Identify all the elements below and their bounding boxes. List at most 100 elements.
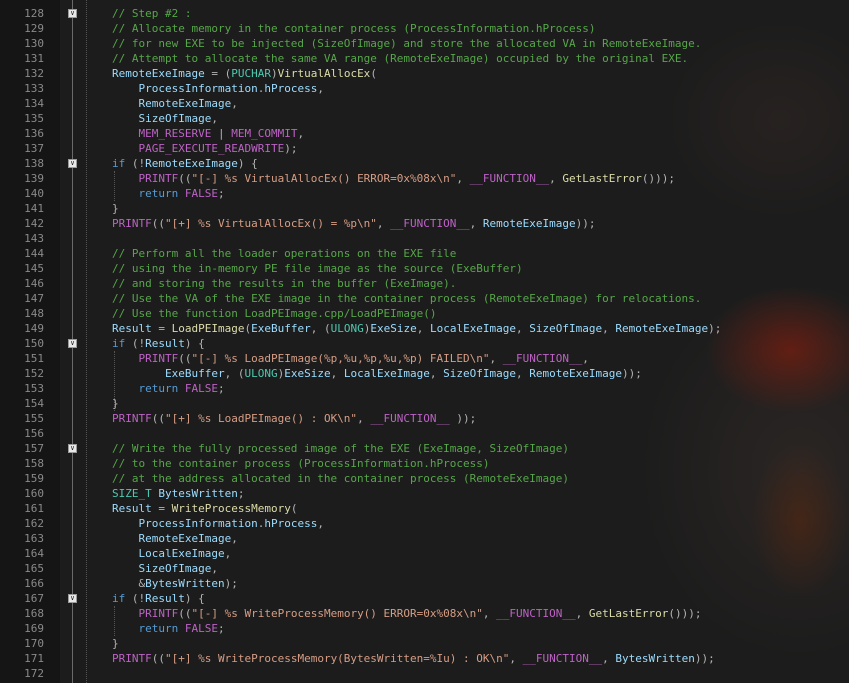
code-line[interactable]: SIZE_T BytesWritten; [112,486,244,501]
line-number: 131 [24,52,44,65]
code-token: Result [112,322,152,335]
code-token: PRINTF [112,412,152,425]
code-token: WriteProcessMemory [171,502,291,515]
code-line[interactable]: ProcessInformation.hProcess, [112,81,324,96]
code-line[interactable]: } [112,396,119,411]
code-line[interactable]: // Use the function LoadPEImage.cpp/Load… [112,306,437,321]
line-number: 159 [24,472,44,485]
code-line[interactable]: PRINTF(("[+] %s VirtualAllocEx() = %p\n"… [112,216,596,231]
code-line[interactable]: // at the address allocated in the conta… [112,471,569,486]
code-line[interactable]: // for new EXE to be injected (SizeOfIma… [112,36,701,51]
code-token: PRINTF [138,607,179,620]
code-token: (( [151,652,165,665]
code-line[interactable]: ExeBuffer, (ULONG)ExeSize, LocalExeImage… [112,366,642,381]
code-line[interactable]: LocalExeImage, [112,546,232,561]
code-line[interactable]: } [112,201,119,216]
code-line[interactable]: // Step #2 : [112,6,191,21]
line-number: 145 [24,262,44,275]
code-line[interactable]: MEM_RESERVE | MEM_COMMIT, [112,126,305,141]
code-token: (( [178,352,192,365]
code-token: , [297,127,305,140]
fold-toggle-icon[interactable]: ∨ [68,594,77,603]
code-token: , [469,217,483,230]
code-token: "[-] %s WriteProcessMemory() ERROR=0x%08… [191,607,483,620]
code-line[interactable]: PRINTF(("[+] %s LoadPEImage() : OK\n", _… [112,411,476,426]
code-token: | [211,127,232,140]
line-number: 129 [24,22,44,35]
line-number: 164 [24,547,44,560]
code-line[interactable]: PRINTF(("[-] %s WriteProcessMemory() ERR… [112,606,702,621]
code-token: } [112,397,119,410]
fold-toggle-icon[interactable]: ∨ [68,339,77,348]
code-token: RemoteExeImage [138,97,232,110]
code-token: RemoteExeImage [112,67,205,80]
code-token: , ( [310,322,331,335]
code-token: ) { [184,337,205,350]
code-line[interactable]: return FALSE; [112,621,225,636]
fold-toggle-icon[interactable]: ∨ [68,444,77,453]
code-editor[interactable]: 128 129 130 131 132 133 134 135 136 137 138 139 140 1… [0,0,849,683]
line-number: 162 [24,517,44,530]
code-token: RemoteExeImage [615,322,709,335]
code-token: Result [145,337,185,350]
code-token: // for new EXE to be injected (SizeOfIma… [112,37,702,50]
code-token: = [151,502,172,515]
code-line[interactable]: PRINTF(("[-] %s LoadPEImage(%p,%u,%p,%u,… [112,351,589,366]
code-token: , [231,97,238,110]
code-token: )); [622,367,642,380]
fold-toggle-icon[interactable]: ∨ [68,9,77,18]
code-line[interactable]: // Perform all the loader operations on … [112,246,456,261]
code-line[interactable]: // Allocate memory in the container proc… [112,21,595,36]
code-line[interactable]: return FALSE; [112,381,225,396]
code-token: ); [708,322,722,335]
code-token: LoadPEImage [171,322,245,335]
code-line[interactable]: PAGE_EXECUTE_READWRITE); [112,141,298,156]
code-line[interactable]: PRINTF(("[-] %s VirtualAllocEx() ERROR=0… [112,171,676,186]
code-token: ) { [237,157,258,170]
code-line[interactable]: PRINTF(("[+] %s WriteProcessMemory(Bytes… [112,651,715,666]
code-line[interactable]: if (!Result) { [112,336,205,351]
code-line[interactable]: ProcessInformation.hProcess, [112,516,324,531]
code-line[interactable]: // to the container process (ProcessInfo… [112,456,490,471]
code-line[interactable]: } [112,636,119,651]
code-line[interactable]: // Use the VA of the EXE image in the co… [112,291,701,306]
code-token: , ( [224,367,245,380]
code-token: SizeOfImage [138,112,212,125]
code-line[interactable]: if (!Result) { [112,591,205,606]
code-token: } [112,202,119,215]
code-line[interactable]: // and storing the results in the buffer… [112,276,456,291]
fold-toggle-icon[interactable]: ∨ [68,159,77,168]
code-token: PRINTF [138,172,179,185]
code-token: // at the address allocated in the conta… [112,472,569,485]
code-token: // Use the VA of the EXE image in the co… [112,292,702,305]
code-token: GetLastError [588,607,669,620]
code-line[interactable]: // using the in-memory PE file image as … [112,261,523,276]
line-number: 147 [24,292,44,305]
code-token: // Attempt to allocate the same VA range… [112,52,689,65]
line-number: 134 [24,97,44,110]
code-line[interactable]: &BytesWritten); [112,576,237,591]
code-token: (( [178,607,192,620]
code-line[interactable]: SizeOfImage, [112,561,218,576]
code-token: , [317,82,324,95]
code-line[interactable]: // Attempt to allocate the same VA range… [112,51,688,66]
code-line[interactable]: return FALSE; [112,186,225,201]
line-number: 152 [24,367,44,380]
code-line[interactable]: SizeOfImage, [112,111,218,126]
code-token: return [138,187,179,200]
code-line[interactable]: if (!RemoteExeImage) { [112,156,258,171]
code-line[interactable]: // Write the fully processed image of th… [112,441,569,456]
code-line[interactable]: RemoteExeImage, [112,531,238,546]
code-token: , [516,322,530,335]
code-token: , [211,112,218,125]
code-line[interactable]: RemoteExeImage = (PUCHAR)VirtualAllocEx( [112,66,377,81]
code-line[interactable]: Result = LoadPEImage(ExeBuffer, (ULONG)E… [112,321,721,336]
code-line[interactable]: Result = WriteProcessMemory( [112,501,297,516]
code-token: RemoteExeImage [145,157,238,170]
code-line[interactable]: RemoteExeImage, [112,96,238,111]
